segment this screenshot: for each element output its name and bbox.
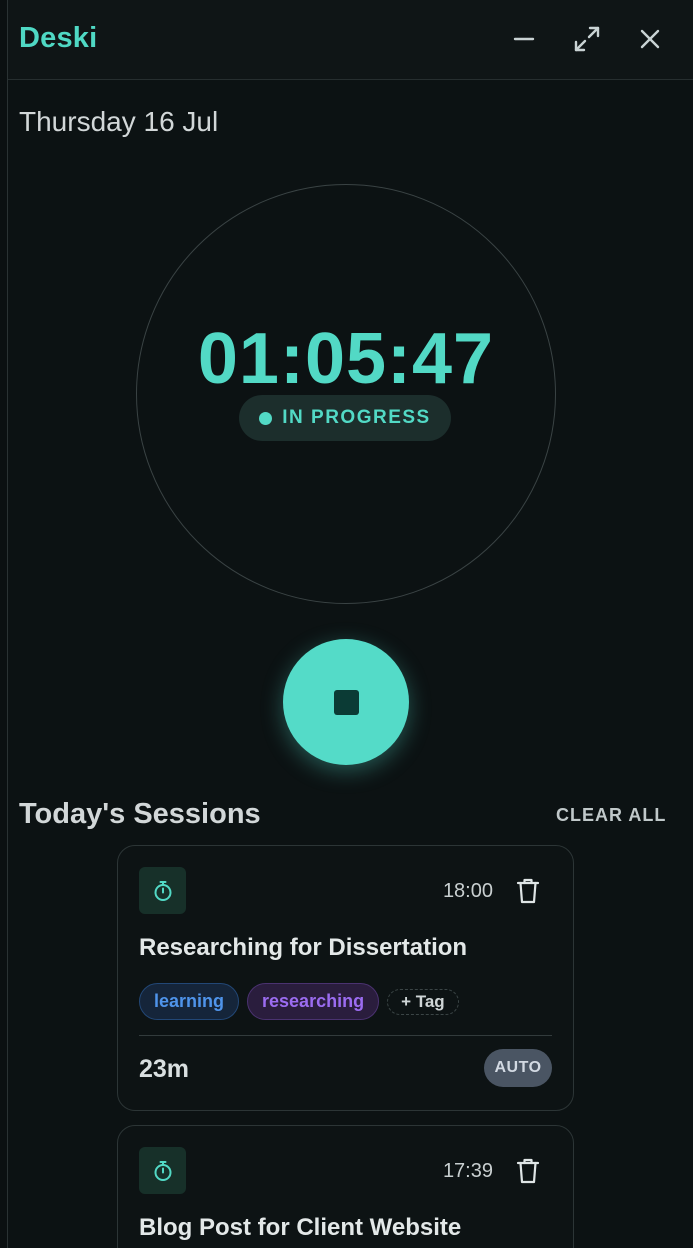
app-window: Deski Thursday 16 Jul 01:05:47 IN PROGRE… — [7, 0, 693, 1248]
close-icon — [640, 29, 660, 49]
session-card[interactable]: 17:39 Blog Post for Client Website — [117, 1125, 574, 1248]
add-tag-button[interactable]: + Tag — [387, 988, 459, 1015]
minimize-icon — [513, 37, 535, 41]
minimize-button[interactable] — [504, 20, 544, 58]
expand-icon — [574, 26, 600, 52]
session-duration: 23m — [139, 1055, 190, 1083]
clear-all-button[interactable]: CLEAR ALL — [556, 805, 666, 826]
trash-icon — [516, 1158, 540, 1184]
session-card[interactable]: 18:00 Researching for Dissertation learn… — [117, 845, 574, 1111]
close-button[interactable] — [630, 20, 670, 58]
stop-icon — [333, 689, 359, 715]
status-dot-icon — [259, 411, 273, 425]
maximize-button[interactable] — [567, 20, 607, 58]
timer-display: 01:05:47 — [197, 319, 495, 399]
session-time: 18:00 — [442, 880, 493, 902]
current-date: Thursday 16 Jul — [19, 106, 219, 137]
status-badge: IN PROGRESS — [239, 395, 451, 441]
session-title: Blog Post for Client Website — [139, 1214, 462, 1241]
session-tags: learning researching + Tag — [139, 983, 459, 1020]
tag-learning[interactable]: learning — [139, 983, 240, 1020]
status-text: IN PROGRESS — [282, 407, 431, 428]
session-time: 17:39 — [442, 1160, 493, 1182]
auto-badge: AUTO — [484, 1049, 552, 1087]
delete-session-button[interactable] — [513, 1156, 543, 1186]
title-bar: Deski — [8, 0, 693, 80]
session-title: Researching for Dissertation — [139, 934, 468, 961]
trash-icon — [516, 878, 540, 904]
app-title: Deski — [19, 22, 98, 54]
stopwatch-icon — [139, 1147, 186, 1194]
delete-session-button[interactable] — [513, 876, 543, 906]
sessions-heading: Today's Sessions — [19, 798, 261, 830]
stopwatch-icon — [139, 867, 186, 914]
tag-researching[interactable]: researching — [247, 983, 380, 1020]
card-divider — [139, 1035, 552, 1036]
stop-button[interactable] — [283, 639, 409, 765]
